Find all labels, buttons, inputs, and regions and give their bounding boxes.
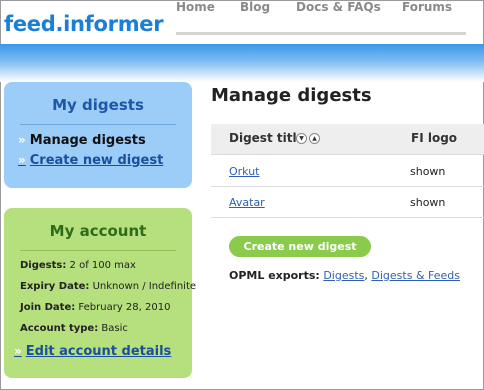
- nav-home[interactable]: Home: [176, 0, 215, 14]
- opml-digests-link[interactable]: Digests: [323, 269, 364, 282]
- column-header-digest-title: Digest title: [229, 131, 305, 145]
- sort-descending-icon[interactable]: ▼: [296, 133, 307, 144]
- sidebar-item-create-digest[interactable]: » Create new digest: [18, 153, 163, 168]
- account-row-label: Account type:: [20, 323, 99, 334]
- fi-logo-value: shown: [410, 165, 446, 178]
- opml-separator: ,: [364, 269, 368, 282]
- account-row-label: Expiry Date:: [20, 281, 90, 292]
- edit-account-link[interactable]: » Edit account details: [14, 344, 171, 359]
- nav-blog[interactable]: Blog: [240, 0, 270, 14]
- sidebar-item-label: Manage digests: [29, 133, 146, 148]
- opml-label: OPML exports:: [229, 269, 320, 282]
- account-digests-row: Digests: 2 of 100 max: [20, 260, 136, 271]
- double-arrow-icon: »: [18, 133, 26, 147]
- account-row-label: Digests:: [20, 260, 67, 271]
- account-join-row: Join Date: February 28, 2010: [20, 302, 170, 313]
- sidebar-item-manage-digests[interactable]: » Manage digests: [18, 133, 146, 148]
- sort-ascending-icon[interactable]: ▲: [309, 133, 320, 144]
- account-row-value: 2 of 100 max: [69, 260, 136, 271]
- header-band: [0, 44, 484, 82]
- row-divider: [211, 154, 484, 155]
- nav-underline: [176, 32, 466, 35]
- sidebar-item-label: Create new digest: [29, 153, 164, 168]
- divider: [20, 250, 176, 251]
- nav-forums[interactable]: Forums: [402, 0, 452, 14]
- create-new-digest-button[interactable]: Create new digest: [229, 236, 371, 257]
- nav-docs-faqs[interactable]: Docs & FAQs: [296, 0, 381, 14]
- account-type-row: Account type: Basic: [20, 323, 128, 334]
- site-logo[interactable]: feed.informer: [4, 12, 164, 36]
- page-title: Manage digests: [211, 85, 372, 106]
- opml-exports: OPML exports: Digests, Digests & Feeds: [229, 269, 460, 282]
- account-row-label: Join Date:: [20, 302, 76, 313]
- my-digests-title: My digests: [52, 96, 144, 114]
- edit-account-label: Edit account details: [25, 344, 172, 359]
- column-header-fi-logo: FI logo: [411, 131, 458, 145]
- account-row-value: Basic: [101, 323, 128, 334]
- account-row-value: February 28, 2010: [78, 302, 171, 313]
- double-arrow-icon: »: [14, 344, 22, 358]
- opml-digests-feeds-link[interactable]: Digests & Feeds: [371, 269, 460, 282]
- digest-link-avatar[interactable]: Avatar: [229, 196, 265, 209]
- digest-link-orkut[interactable]: Orkut: [229, 165, 260, 178]
- row-divider: [211, 217, 484, 218]
- my-digests-panel: My digests » Manage digests » Create new d…: [4, 82, 192, 188]
- my-account-title: My account: [49, 222, 147, 240]
- account-row-value: Unknown / Indefinite: [92, 281, 197, 292]
- double-arrow-icon: »: [18, 153, 26, 167]
- fi-logo-value: shown: [410, 196, 446, 209]
- account-expiry-row: Expiry Date: Unknown / Indefinite: [20, 281, 196, 292]
- divider: [20, 124, 176, 125]
- row-divider: [211, 186, 484, 187]
